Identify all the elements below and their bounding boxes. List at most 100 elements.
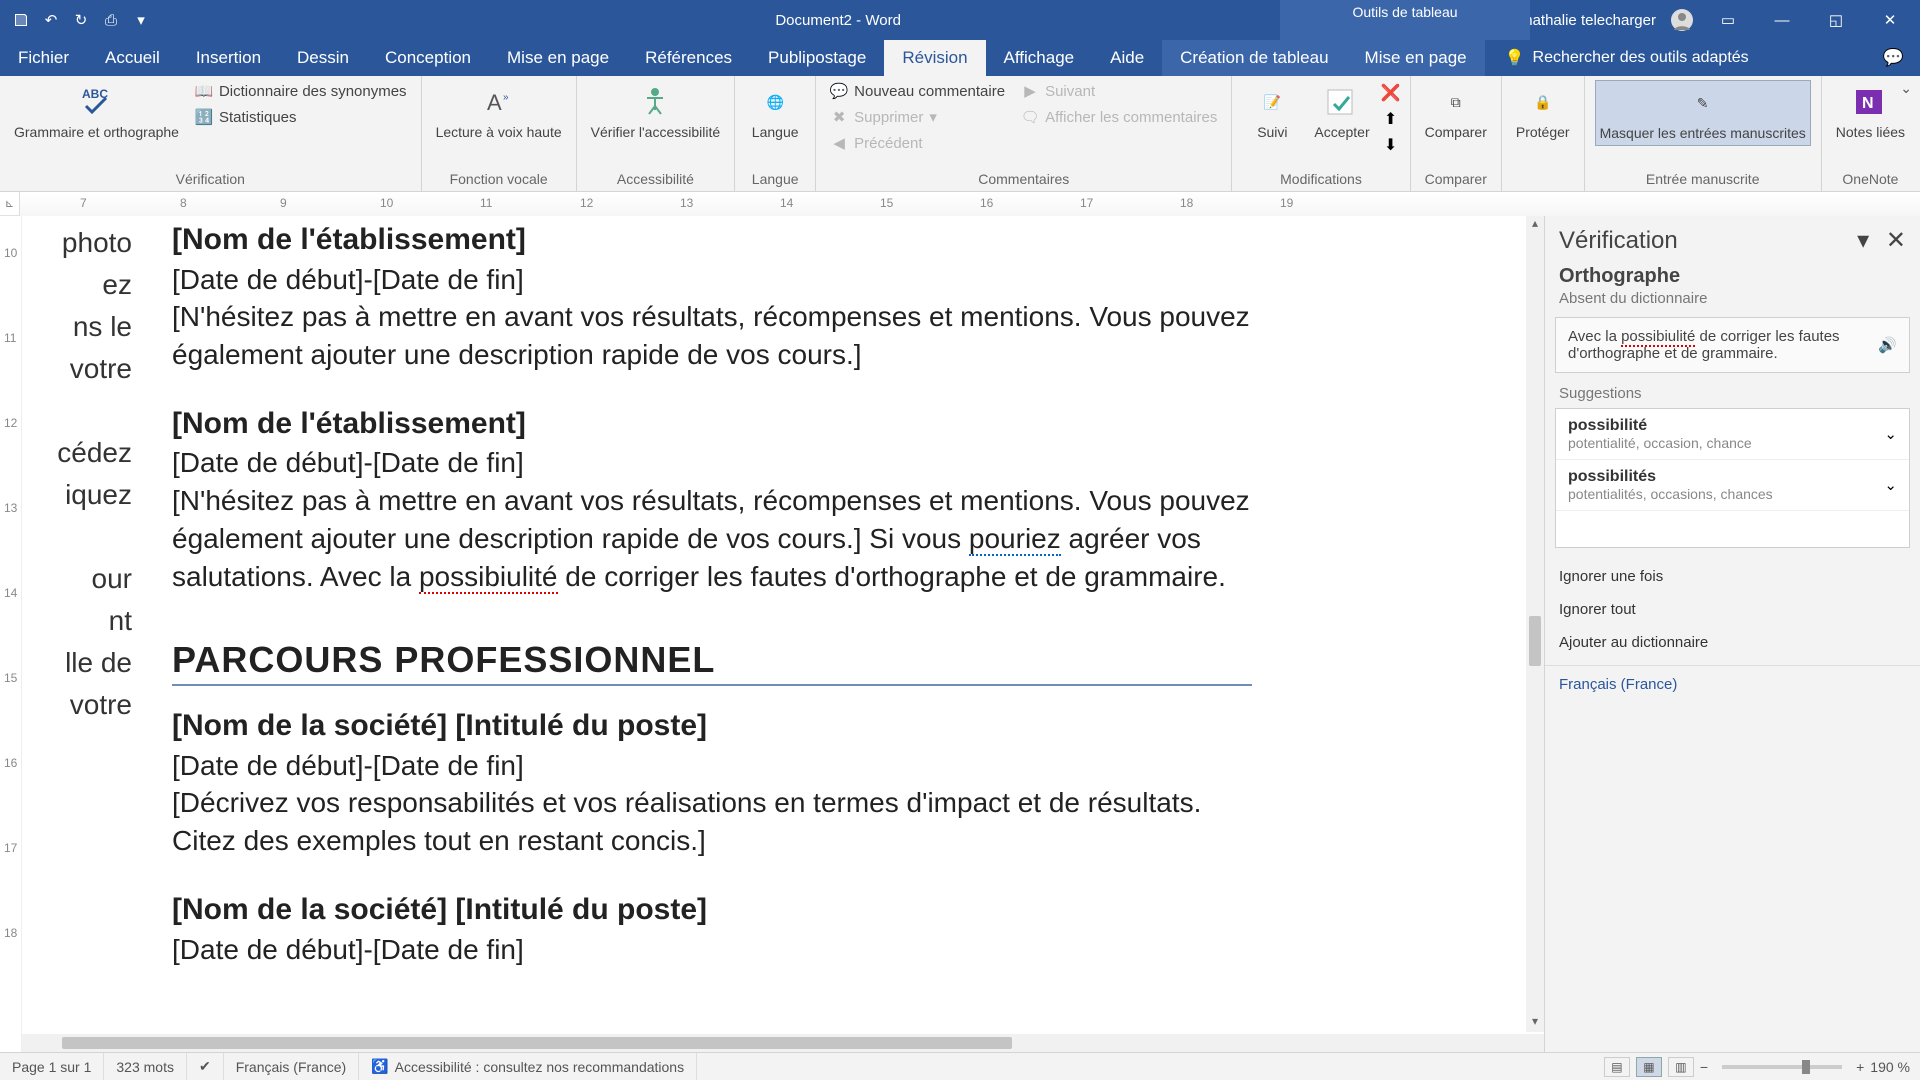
language-button[interactable]: 🌐 Langue [745,80,805,144]
group-compare: ⧉ Comparer Comparer [1411,76,1502,191]
pane-options-icon[interactable]: ▾ [1857,227,1869,254]
tab-view[interactable]: Affichage [986,40,1093,76]
tab-layout[interactable]: Mise en page [489,40,627,76]
heading-establishment-1: [Nom de l'établissement] [172,220,1252,261]
maximize-icon[interactable]: ◱ [1816,5,1856,35]
spelling-error[interactable]: possibiulité [419,561,558,594]
print-preview-icon[interactable]: ⎙ [100,9,122,31]
horizontal-scrollbar[interactable] [22,1034,1544,1052]
chevron-down-icon[interactable]: ⌄ [1884,425,1897,443]
suggestion-item[interactable]: possibilité potentialité, occasion, chan… [1556,409,1909,460]
vertical-scrollbar[interactable]: ▴ ▾ [1526,216,1544,1032]
delete-comment-icon: ✖ [830,108,848,126]
prev-change-icon[interactable]: ⬆ [1382,110,1400,128]
tab-file[interactable]: Fichier [0,40,87,76]
zoom-in-icon[interactable]: + [1856,1059,1864,1075]
reject-icon[interactable]: ❌ [1382,84,1400,102]
scroll-down-icon[interactable]: ▾ [1526,1014,1544,1032]
new-comment-button[interactable]: 💬Nouveau commentaire [826,80,1009,102]
proofing-language-link[interactable]: Français (France) [1545,665,1920,703]
add-to-dictionary-link[interactable]: Ajouter au dictionnaire [1545,626,1920,659]
status-bar: Page 1 sur 1 323 mots ✔ Français (France… [0,1052,1920,1080]
word-count-button[interactable]: 🔢Statistiques [191,106,411,128]
view-web-layout-icon[interactable]: ▥ [1668,1057,1694,1077]
group-label [1512,171,1574,191]
save-icon[interactable] [10,9,32,31]
tab-mailings[interactable]: Publipostage [750,40,884,76]
ignore-once-link[interactable]: Ignorer une fois [1545,560,1920,593]
tab-insert[interactable]: Insertion [178,40,279,76]
read-aloud-button[interactable]: A» Lecture à voix haute [432,80,566,144]
scroll-thumb[interactable] [1529,616,1541,666]
suggestion-item[interactable]: possibilités potentialités, occasions, c… [1556,460,1909,511]
zoom-level[interactable]: 190 % [1870,1059,1910,1075]
tab-home[interactable]: Accueil [87,40,178,76]
previous-comment-button[interactable]: ◀Précédent [826,132,1009,154]
document-area[interactable]: photoezns levotre cédeziquez ourntlle de… [22,216,1544,1052]
share-icon[interactable]: 💬 [1867,40,1920,76]
linked-notes-button[interactable]: N Notes liées [1832,80,1909,144]
close-icon[interactable]: ✕ [1870,5,1910,35]
tab-help[interactable]: Aide [1092,40,1162,76]
view-print-layout-icon[interactable]: ▦ [1636,1057,1662,1077]
compare-button[interactable]: ⧉ Comparer [1421,80,1491,144]
chevron-down-icon[interactable]: ⌄ [1884,476,1897,494]
tell-me-search[interactable]: 💡 Rechercher des outils adaptés [1505,40,1749,76]
group-comments: 💬Nouveau commentaire ✖Supprimer ▾ ◀Précé… [816,76,1232,191]
speaker-icon[interactable]: 🔊 [1878,336,1897,354]
zoom-out-icon[interactable]: − [1700,1059,1708,1075]
tab-draw[interactable]: Dessin [279,40,367,76]
track-icon: 📝 [1254,84,1290,120]
collapse-ribbon-icon[interactable]: ⌄ [1900,80,1912,97]
delete-comment-button[interactable]: ✖Supprimer ▾ [826,106,1009,128]
status-page[interactable]: Page 1 sur 1 [0,1053,104,1080]
status-proof-icon[interactable]: ✔ [187,1053,224,1080]
tab-design[interactable]: Conception [367,40,489,76]
pane-subcategory: Absent du dictionnaire [1545,288,1920,317]
protect-button[interactable]: 🔒 Protéger [1512,80,1574,144]
accept-button[interactable]: Accepter [1310,80,1373,144]
thesaurus-button[interactable]: 📖Dictionnaire des synonymes [191,80,411,102]
left-column-clip: photoezns levotre cédeziquez ourntlle de… [22,216,132,1052]
horizontal-ruler[interactable]: ⊾ 78910111213141516171819 [0,192,1920,216]
group-ink: ✎ Masquer les entrées manuscrites Entrée… [1585,76,1822,191]
repeat-icon[interactable]: ↻ [70,9,92,31]
zoom-slider[interactable] [1722,1065,1842,1069]
svg-text:A: A [487,90,502,115]
group-label: Comparer [1421,171,1491,191]
user-avatar[interactable] [1670,8,1694,32]
minimize-icon[interactable]: — [1762,5,1802,35]
tab-references[interactable]: Références [627,40,750,76]
group-accessibility: Vérifier l'accessibilité Accessibilité [577,76,736,191]
next-comment-button[interactable]: ▶Suivant [1017,80,1221,102]
next-change-icon[interactable]: ⬇ [1382,136,1400,154]
body-2: [N'hésitez pas à mettre en avant vos rés… [172,482,1252,595]
tab-review[interactable]: Révision [884,40,985,76]
scroll-up-icon[interactable]: ▴ [1526,216,1544,234]
qat-customize-icon[interactable]: ▾ [130,9,152,31]
view-read-mode-icon[interactable]: ▤ [1604,1057,1630,1077]
scroll-thumb[interactable] [62,1037,1012,1049]
grammar-error[interactable]: pouriez [969,523,1061,556]
vertical-ruler[interactable]: 101112131415161718 [0,216,22,1052]
ignore-all-link[interactable]: Ignorer tout [1545,593,1920,626]
status-language[interactable]: Français (France) [224,1053,359,1080]
tab-table-design[interactable]: Création de tableau [1162,40,1346,76]
document-page[interactable]: [Nom de l'établissement] [Date de début]… [172,216,1252,968]
stats-icon: 🔢 [195,108,213,126]
heading-company-1: [Nom de la société] [Intitulé du poste] [172,706,1252,747]
track-changes-button[interactable]: 📝 Suivi [1242,80,1302,144]
pane-close-icon[interactable]: ✕ [1886,227,1906,254]
hide-ink-button[interactable]: ✎ Masquer les entrées manuscrites [1595,80,1811,146]
spelling-grammar-button[interactable]: ABC Grammaire et orthographe [10,80,183,144]
zoom-knob[interactable] [1802,1060,1810,1074]
status-word-count[interactable]: 323 mots [104,1053,187,1080]
check-accessibility-button[interactable]: Vérifier l'accessibilité [587,80,725,144]
show-comments-button[interactable]: 🗨Afficher les commentaires [1017,106,1221,128]
status-accessibility[interactable]: ♿Accessibilité : consultez nos recommand… [359,1053,697,1080]
tab-table-layout[interactable]: Mise en page [1347,40,1485,76]
undo-icon[interactable]: ↶ [40,9,62,31]
ribbon-display-options-icon[interactable]: ▭ [1708,5,1748,35]
group-tracking: 📝 Suivi Accepter ❌ ⬆ ⬇ Modifications [1232,76,1410,191]
lightbulb-icon: 💡 [1505,48,1525,68]
